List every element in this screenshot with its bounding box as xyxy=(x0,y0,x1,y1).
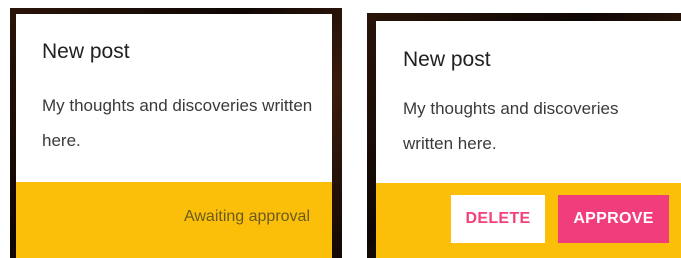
post-title: New post xyxy=(42,40,130,63)
card-action-bar: Awaiting approval xyxy=(16,182,332,258)
post-card-review: New post My thoughts and discoveries wri… xyxy=(376,21,681,258)
approve-button[interactable]: APPROVE xyxy=(558,195,669,243)
delete-button[interactable]: DELETE xyxy=(451,195,545,243)
card-action-bar: DELETE APPROVE xyxy=(376,183,681,258)
post-title: New post xyxy=(403,48,491,71)
status-text: Awaiting approval xyxy=(183,208,310,225)
post-card-pending: New post My thoughts and discoveries wri… xyxy=(16,14,332,258)
post-body: My thoughts and discoveries written here… xyxy=(403,99,619,153)
post-body: My thoughts and discoveries written here… xyxy=(42,96,313,150)
